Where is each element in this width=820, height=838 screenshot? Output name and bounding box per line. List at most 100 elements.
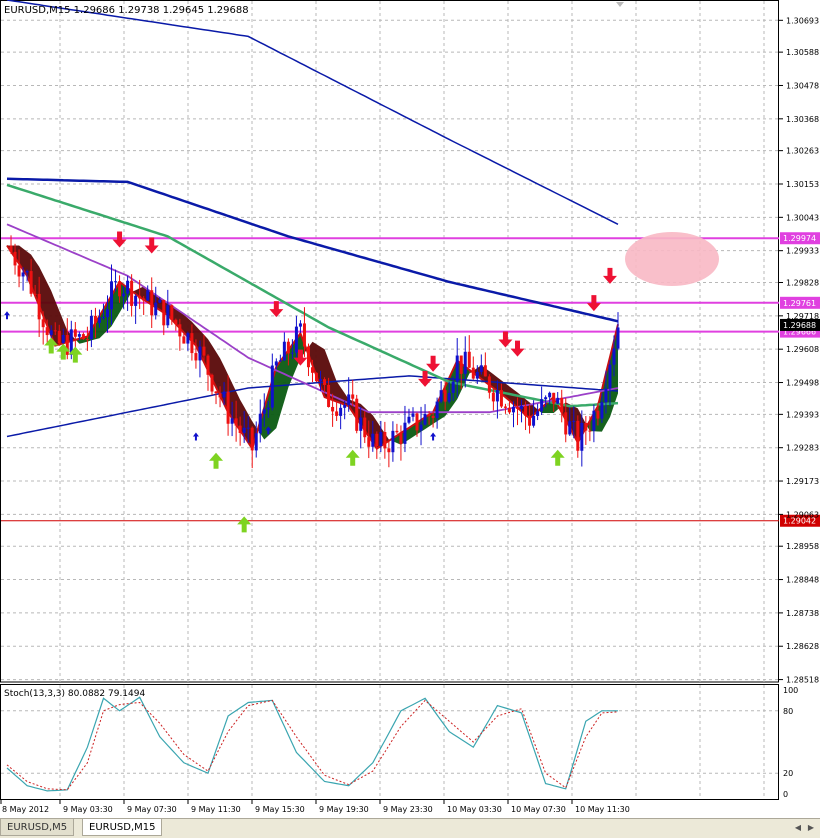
price-tick-label: 1.30478 bbox=[786, 81, 819, 90]
candle-body bbox=[9, 245, 13, 252]
candle-body bbox=[447, 392, 451, 402]
price-tick-label: 1.29173 bbox=[786, 477, 819, 486]
candle-body bbox=[194, 353, 198, 361]
price-tick-label: 1.28848 bbox=[786, 576, 819, 585]
candle-body bbox=[503, 406, 507, 408]
up-arrow-icon bbox=[345, 449, 360, 466]
candle-body bbox=[270, 365, 274, 408]
price-tick-label: 1.29283 bbox=[786, 444, 819, 453]
tab-eurusd-m5[interactable]: EURUSD,M5 bbox=[0, 819, 75, 836]
candle-body bbox=[49, 330, 53, 336]
candle-body bbox=[471, 367, 475, 379]
middle-band-line bbox=[6, 177, 619, 323]
candle-body bbox=[250, 427, 254, 451]
candle-body bbox=[528, 415, 532, 426]
candle-body bbox=[258, 413, 262, 434]
candle-body bbox=[411, 413, 415, 417]
target-zone-ellipse bbox=[625, 232, 719, 286]
candle-body bbox=[351, 394, 355, 399]
candle-body bbox=[612, 348, 616, 365]
down-arrow-icon bbox=[602, 267, 617, 284]
candle-body bbox=[343, 404, 347, 408]
stoch-panel-frame bbox=[0, 684, 779, 800]
price-tick-label: 1.29063 bbox=[786, 510, 819, 519]
candle-body bbox=[97, 317, 101, 323]
price-tick-label: 1.30153 bbox=[786, 180, 819, 189]
candle-body bbox=[475, 371, 479, 379]
candle-body bbox=[568, 421, 572, 435]
candle-body bbox=[604, 388, 608, 403]
ribbon-segment bbox=[304, 341, 389, 449]
candle-body bbox=[262, 409, 266, 414]
up-arrow-icon bbox=[237, 516, 252, 533]
time-label: 10 May 07:30 bbox=[511, 805, 566, 814]
candle-body bbox=[134, 295, 138, 306]
chart-canvas[interactable]: 1.299741.297611.296661.290421.29688 1.30… bbox=[0, 0, 820, 818]
price-tick-label: 1.28518 bbox=[786, 676, 819, 685]
price-tick-label: 1.28738 bbox=[786, 609, 819, 618]
candle-body bbox=[114, 281, 118, 283]
candle-body bbox=[21, 272, 25, 277]
candle-body bbox=[371, 433, 375, 447]
candle-body bbox=[483, 365, 487, 377]
candle-body bbox=[407, 416, 411, 423]
candle-body bbox=[572, 420, 576, 422]
candle-body bbox=[491, 392, 495, 402]
time-label: 8 May 2012 bbox=[2, 805, 49, 814]
down-arrow-icon bbox=[426, 355, 441, 372]
candle-body bbox=[439, 390, 443, 402]
candle-body bbox=[282, 341, 286, 361]
candle-body bbox=[319, 379, 323, 381]
time-label: 9 May 23:30 bbox=[383, 805, 433, 814]
candle-body bbox=[323, 379, 327, 385]
candle-body bbox=[608, 364, 612, 389]
time-label: 9 May 15:30 bbox=[255, 805, 305, 814]
stoch-tick-label: 100 bbox=[783, 686, 798, 695]
candle-body bbox=[379, 432, 383, 447]
tab-scroll-right-icon[interactable]: ▶ bbox=[805, 821, 817, 834]
down-arrow-icon bbox=[112, 231, 127, 248]
candle-body bbox=[101, 317, 105, 319]
candle-body bbox=[294, 326, 298, 353]
candle-body bbox=[65, 335, 69, 355]
candle-body bbox=[427, 413, 431, 416]
up-arrow-icon bbox=[550, 449, 565, 466]
scroll-marker-icon bbox=[616, 2, 624, 7]
candle-body bbox=[33, 293, 37, 295]
candle-body bbox=[327, 384, 331, 407]
price-tick-label: 1.28628 bbox=[786, 642, 819, 651]
candle-body bbox=[367, 437, 371, 447]
candle-body bbox=[588, 430, 592, 432]
price-tick-label: 1.30043 bbox=[786, 213, 819, 222]
candle-body bbox=[298, 323, 302, 327]
candle-body bbox=[41, 319, 45, 328]
up-arrow-icon bbox=[209, 452, 224, 469]
level-label-lvl-1: 1.29974 bbox=[783, 234, 816, 243]
candle-body bbox=[584, 422, 588, 431]
candle-body bbox=[596, 410, 600, 419]
chart-tab-bar: EURUSD,M5 EURUSD,M15 ◀ ▶ bbox=[0, 818, 820, 838]
candle-body bbox=[335, 411, 339, 416]
tab-eurusd-m15[interactable]: EURUSD,M15 bbox=[82, 819, 163, 836]
candle-body bbox=[479, 365, 483, 372]
candle-body bbox=[355, 398, 359, 431]
candle-body bbox=[499, 390, 503, 407]
level-label-lvl-2: 1.29761 bbox=[783, 299, 816, 308]
candle-body bbox=[383, 432, 387, 449]
price-tick-label: 1.29608 bbox=[786, 345, 819, 354]
candle-body bbox=[158, 300, 162, 303]
small-up-arrow-icon bbox=[4, 311, 10, 320]
candle-body bbox=[17, 265, 21, 277]
upper-band-line bbox=[6, 0, 619, 225]
candle-body bbox=[576, 420, 580, 451]
stoch-tick-label: 0 bbox=[783, 790, 788, 799]
candle-body bbox=[105, 309, 109, 318]
candle-body bbox=[198, 346, 202, 361]
candle-body bbox=[347, 394, 351, 405]
price-tick-label: 1.29718 bbox=[786, 312, 819, 321]
candle-body bbox=[170, 305, 174, 320]
candle-body bbox=[532, 415, 536, 426]
tab-scroll-left-icon[interactable]: ◀ bbox=[792, 821, 804, 834]
candle-body bbox=[548, 392, 552, 398]
candle-body bbox=[399, 432, 403, 444]
